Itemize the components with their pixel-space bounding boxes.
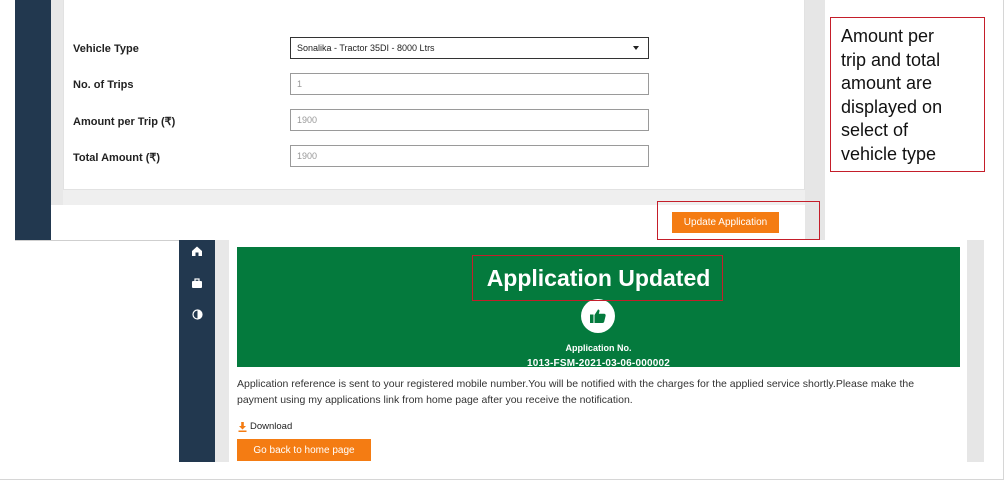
amount-per-trip-row: Amount per Trip (₹) 1900 (64, 109, 806, 135)
trips-value: 1 (297, 79, 303, 89)
sidebar-gutter (51, 0, 63, 240)
download-icon (238, 421, 247, 432)
sidebar (15, 0, 51, 240)
scroll-gutter (967, 240, 984, 462)
total-amount-row: Total Amount (₹) 1900 (64, 145, 806, 171)
confirmation-message: Application reference is sent to your re… (237, 378, 915, 406)
total-amount-input[interactable]: 1900 (290, 145, 649, 167)
thumbs-up-icon (581, 299, 615, 333)
vehicle-type-select[interactable]: Sonalika - Tractor 35DI - 8000 Ltrs (290, 37, 649, 59)
contrast-icon[interactable] (190, 307, 204, 321)
home-icon[interactable] (190, 244, 204, 258)
chevron-down-icon (633, 46, 639, 50)
trips-row: No. of Trips 1 (64, 73, 806, 99)
vehicle-type-value: Sonalika - Tractor 35DI - 8000 Ltrs (297, 43, 435, 53)
trips-label: No. of Trips (73, 79, 134, 91)
sidebar-gutter (215, 240, 229, 462)
update-button-highlight (657, 201, 820, 240)
vehicle-type-row: Vehicle Type Sonalika - Tractor 35DI - 8… (64, 37, 806, 63)
amount-per-trip-input[interactable]: 1900 (290, 109, 649, 131)
total-amount-value: 1900 (297, 151, 318, 161)
annotation-note: Amount per trip and total amount are dis… (830, 17, 985, 172)
total-amount-label: Total Amount (₹) (73, 152, 161, 164)
briefcase-icon[interactable] (190, 276, 204, 290)
vehicle-form-card: Vehicle Type Sonalika - Tractor 35DI - 8… (63, 0, 805, 190)
application-no-label: Application No. (565, 343, 632, 353)
sidebar (179, 240, 215, 462)
home-page-button[interactable]: Go back to home page (237, 439, 371, 461)
title-highlight (472, 255, 723, 301)
download-label: Download (250, 421, 293, 432)
download-link[interactable]: Download (238, 421, 292, 432)
trips-input[interactable]: 1 (290, 73, 649, 95)
application-no-value: 1013-FSM-2021-03-06-000002 (526, 358, 671, 369)
vehicle-type-label: Vehicle Type (73, 43, 139, 55)
amount-per-trip-label: Amount per Trip (₹) (73, 116, 176, 128)
amount-per-trip-value: 1900 (297, 115, 318, 125)
